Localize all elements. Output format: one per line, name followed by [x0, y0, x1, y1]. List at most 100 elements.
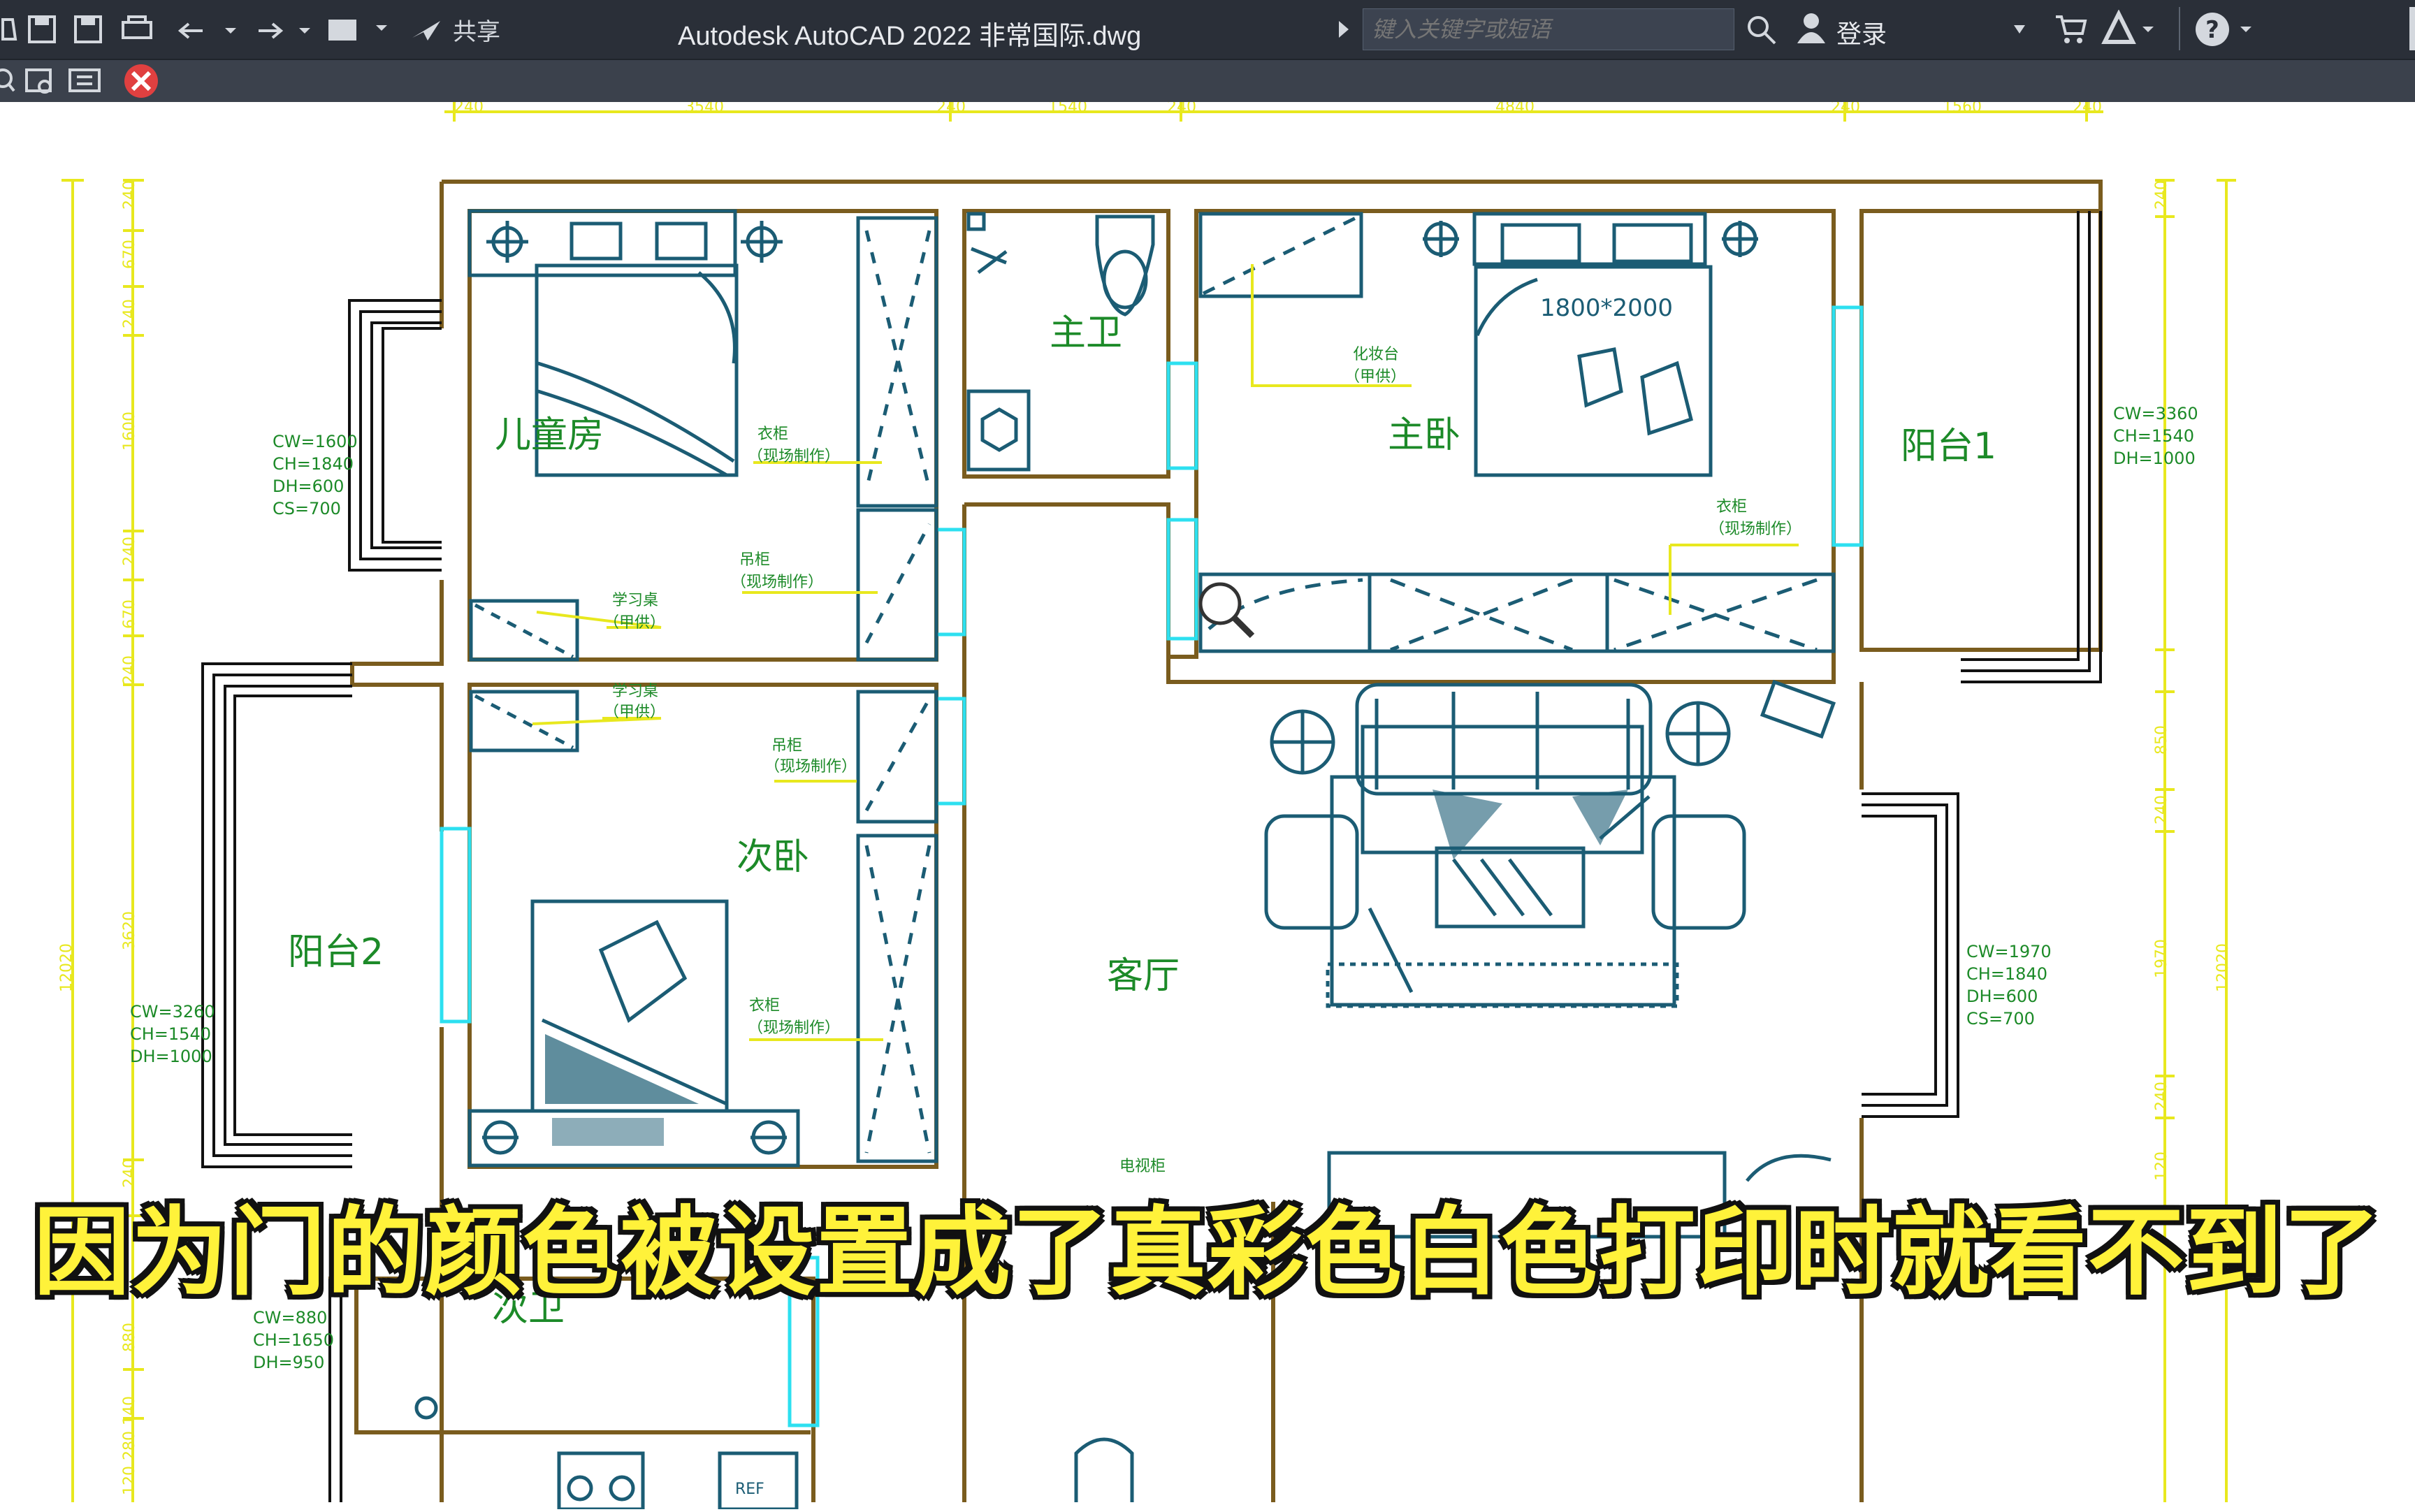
- top-dim-9: 240: [2073, 102, 2102, 116]
- spec-kids-cs: CS=700: [273, 499, 341, 518]
- note-desk-kids: 学习桌: [612, 592, 658, 609]
- room-label-master-bath: 主卫: [1050, 312, 1122, 354]
- zoom-extents-icon[interactable]: [68, 68, 101, 92]
- left-dim-1: 240: [121, 180, 138, 210]
- top-dim-5: 240: [1167, 102, 1196, 116]
- bed-size-label: 1800*2000: [1540, 294, 1673, 322]
- spec-living-dh: DH=600: [1966, 987, 2038, 1006]
- window-edge: [2409, 7, 2415, 50]
- right-dim-4: 1970: [2153, 939, 2170, 978]
- dropdown-arrow-icon[interactable]: [2012, 24, 2026, 35]
- note-desk-second: 学习桌: [612, 683, 658, 700]
- left-dim-13: 120: [121, 1466, 138, 1495]
- spec-balcony2-dh: DH=1000: [130, 1047, 212, 1066]
- save-icon[interactable]: [28, 15, 56, 43]
- top-dim-3: 240: [936, 102, 966, 116]
- spec-balcony1-ch: CH=1540: [2113, 426, 2194, 446]
- right-dim-3: 240: [2153, 795, 2170, 824]
- zoom-window-icon[interactable]: [25, 68, 52, 94]
- spec-bath-ch: CH=1650: [253, 1330, 334, 1350]
- note-owner-desk-kids: （甲供）: [604, 614, 665, 632]
- note-onsite-kids: （现场制作）: [748, 448, 840, 465]
- left-dim-10: 880: [121, 1323, 138, 1352]
- toolbar-divider: [2179, 7, 2180, 50]
- undo-icon[interactable]: [177, 22, 236, 39]
- right-total-dim: 12020: [2214, 943, 2232, 992]
- left-total-dim: 12020: [58, 943, 75, 992]
- share-label[interactable]: 共享: [453, 13, 500, 47]
- room-label-kids: 儿童房: [495, 414, 604, 456]
- login-label[interactable]: 登录: [1836, 14, 1887, 50]
- help-glyph: ?: [2205, 16, 2219, 44]
- room-label-living: 客厅: [1107, 955, 1180, 997]
- note-owner-desk-second: （甲供）: [604, 704, 665, 721]
- quick-access-toolbar: 共享: [0, 10, 500, 49]
- note-onsite-second: （现场制作）: [748, 1019, 840, 1037]
- note-onsite-master: （现场制作）: [1709, 521, 1801, 538]
- right-dim-1: 240: [2153, 180, 2170, 210]
- autodesk-a-icon[interactable]: [2101, 10, 2156, 48]
- search-icon[interactable]: [1744, 13, 1779, 48]
- spec-kids-cw: CW=1600: [273, 432, 358, 451]
- note-wardrobe-kids: 衣柜: [757, 426, 788, 443]
- open-icon[interactable]: [1, 18, 17, 41]
- left-dim-7: 240: [121, 655, 138, 685]
- cart-icon[interactable]: [2053, 11, 2088, 46]
- note-onsite-hanging-kids: （现场制作）: [731, 574, 823, 591]
- search-input[interactable]: [1363, 9, 1734, 50]
- view-toolbar: [0, 59, 2415, 103]
- top-dim-7: 240: [1831, 102, 1860, 116]
- spec-balcony2-cw: CW=3260: [130, 1002, 215, 1022]
- note-hanging-kids: 吊柜: [739, 551, 770, 569]
- spec-balcony2-ch: CH=1540: [130, 1024, 211, 1044]
- left-dim-5: 240: [121, 537, 138, 566]
- spec-kids-dh: DH=600: [273, 477, 344, 496]
- share-icon[interactable]: [412, 21, 440, 41]
- left-dim-4: 1600: [121, 412, 138, 451]
- save-as-icon[interactable]: [74, 15, 102, 43]
- spec-kids-ch: CH=1840: [273, 454, 354, 474]
- note-owner-dresser: （甲供）: [1344, 368, 1406, 386]
- note-wardrobe-master: 衣柜: [1716, 498, 1747, 516]
- left-dim-12: 280: [121, 1431, 138, 1460]
- note-ref: REF: [735, 1481, 764, 1498]
- top-dim-8: 1560: [1943, 102, 1982, 116]
- spec-living-cw: CW=1970: [1966, 942, 2052, 961]
- workspace-icon[interactable]: [328, 20, 387, 41]
- left-dim-11: 140: [121, 1396, 138, 1425]
- note-dresser: 化妆台: [1353, 346, 1399, 363]
- room-label-second-bedroom: 次卧: [737, 836, 809, 878]
- left-dim-6: 670: [121, 599, 138, 629]
- spec-balcony1-cw: CW=3360: [2113, 404, 2198, 423]
- left-dim-8: 3620: [121, 911, 138, 950]
- left-dim-3: 240: [121, 299, 138, 328]
- note-tv-cabinet: 电视柜: [1119, 1158, 1166, 1175]
- top-dim-4: 1540: [1048, 102, 1087, 116]
- video-subtitle: 因为门的颜色被设置成了真彩色白色打印时就看不到了: [33, 1196, 2381, 1309]
- top-dim-1: 240: [454, 102, 484, 116]
- spec-living-cs: CS=700: [1966, 1009, 2035, 1028]
- note-wardrobe-second: 衣柜: [749, 997, 780, 1015]
- spec-balcony1-dh: DH=1000: [2113, 449, 2196, 468]
- room-label-master-bedroom: 主卧: [1388, 414, 1460, 456]
- left-dim-2: 670: [121, 240, 138, 269]
- room-label-balcony1: 阳台1: [1901, 426, 1996, 467]
- help-icon[interactable]: ?: [2194, 11, 2257, 49]
- expand-arrow-icon[interactable]: [1336, 18, 1353, 41]
- zoom-icon[interactable]: [0, 68, 15, 92]
- top-dim-2: 3540: [685, 102, 724, 116]
- spec-bath-dh: DH=950: [253, 1353, 324, 1372]
- top-dim-6: 4840: [1495, 102, 1535, 116]
- right-dim-2: 850: [2153, 725, 2170, 755]
- window-title: Autodesk AutoCAD 2022 非常国际.dwg: [678, 22, 1142, 51]
- title-bar: 共享 Autodesk AutoCAD 2022 非常国际.dwg 登录 ?: [0, 0, 2415, 59]
- close-view-icon[interactable]: [124, 64, 158, 98]
- print-icon[interactable]: [122, 15, 152, 39]
- note-hanging-second: 吊柜: [771, 737, 802, 755]
- furniture: [414, 209, 1836, 1511]
- room-label-balcony2: 阳台2: [288, 931, 384, 973]
- right-dim-5: 240: [2153, 1082, 2170, 1111]
- redo-icon[interactable]: [259, 22, 310, 39]
- user-icon[interactable]: [1794, 11, 1828, 46]
- search-box[interactable]: [1363, 8, 1734, 50]
